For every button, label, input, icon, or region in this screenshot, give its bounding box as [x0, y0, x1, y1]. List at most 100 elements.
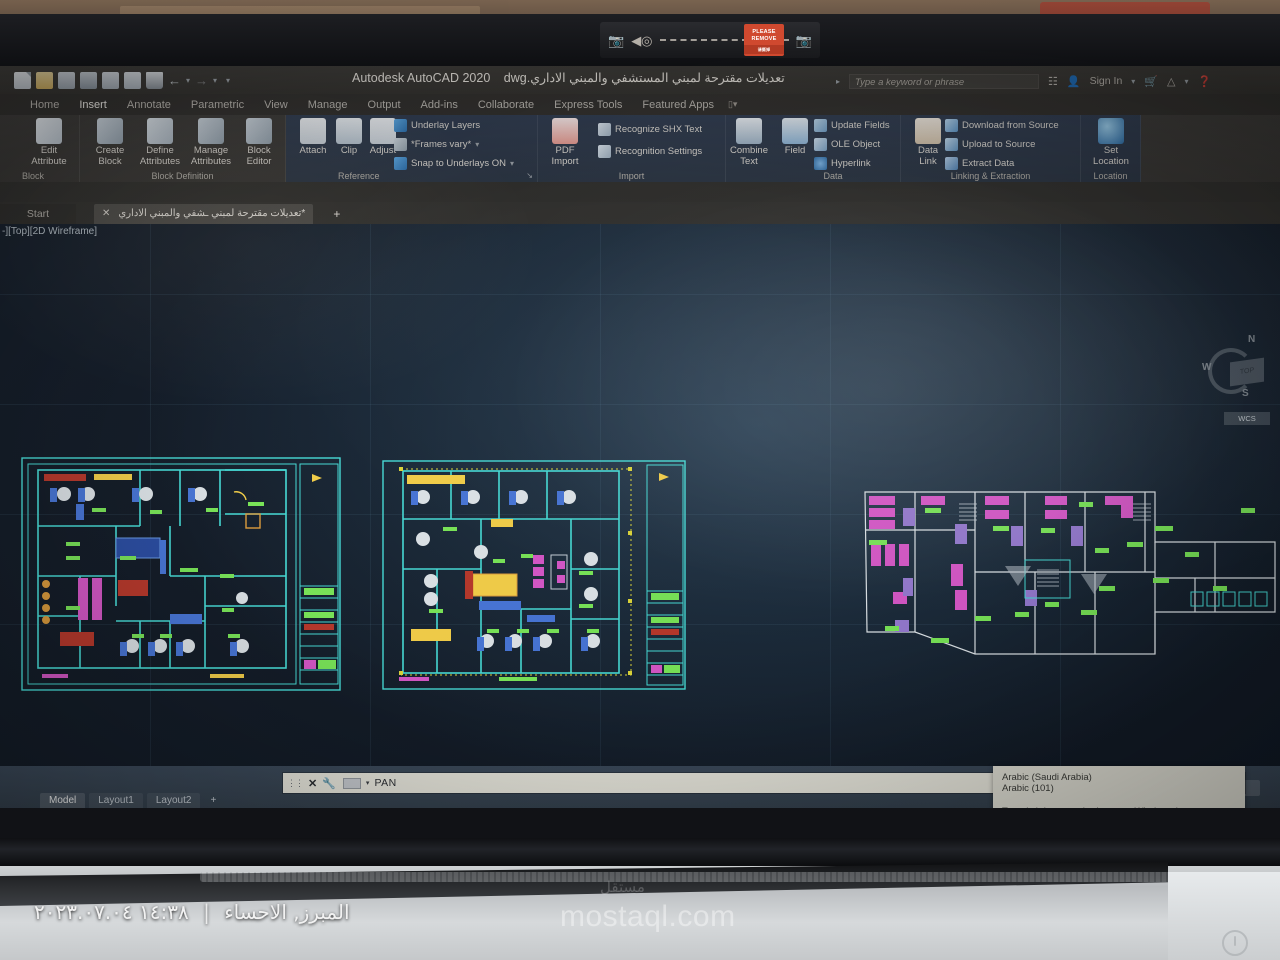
save-copy-icon[interactable] — [102, 71, 119, 89]
command-bar-grip[interactable]: ⋮⋮ — [287, 778, 304, 789]
view-cube[interactable]: TOP N W S — [1202, 334, 1266, 406]
panel-data-title[interactable]: Data — [726, 171, 900, 181]
command-input-text[interactable]: PAN — [374, 777, 396, 789]
close-icon[interactable]: ✕ — [102, 204, 110, 224]
tab-annotate[interactable]: Annotate — [117, 97, 181, 113]
panel-location-title[interactable]: Location — [1081, 171, 1140, 181]
undo-dropdown-icon[interactable]: ▾ — [186, 76, 190, 85]
redo-dropdown-icon[interactable]: ▾ — [213, 76, 217, 85]
frames-vary-button[interactable]: *Frames vary* ▾ — [394, 138, 479, 151]
tab-collaborate[interactable]: Collaborate — [468, 97, 544, 113]
watermark-text: mostaql.com — [560, 900, 736, 933]
tab-featured-apps[interactable]: Featured Apps — [632, 97, 724, 113]
search-expand-icon[interactable]: ▸ — [836, 77, 840, 86]
floor-plan-right[interactable] — [855, 482, 1280, 662]
autodesk-logo-icon[interactable]: △ — [1167, 75, 1175, 88]
define-attributes-button[interactable]: Define Attributes — [133, 118, 187, 167]
hyperlink-button[interactable]: Hyperlink — [814, 157, 871, 170]
new-tab-icon[interactable]: + — [325, 204, 348, 224]
undo-icon[interactable]: ← — [168, 73, 181, 88]
tab-manage[interactable]: Manage — [298, 97, 358, 113]
add-layout-icon[interactable]: + — [204, 793, 222, 808]
drawing-tab-label: *تعديلات مقترحة لمبني ـشفي والمبني الادا… — [118, 208, 306, 219]
tab-view[interactable]: View — [254, 97, 298, 113]
tab-parametric[interactable]: Parametric — [181, 97, 254, 113]
edit-attribute-icon — [36, 118, 62, 144]
start-tab[interactable]: Start — [0, 204, 76, 224]
tab-home[interactable]: Home — [20, 97, 69, 113]
panel-block-definition-title[interactable]: Block Definition — [80, 171, 285, 181]
search-input[interactable]: Type a keyword or phrase — [849, 73, 1040, 89]
ole-object-button[interactable]: OLE Object — [814, 138, 880, 151]
drawing-tab[interactable]: *تعديلات مقترحة لمبني ـشفي والمبني الادا… — [94, 204, 314, 224]
underlay-layers-button[interactable]: Underlay Layers — [394, 119, 480, 132]
download-from-source-button[interactable]: Download from Source — [945, 119, 1059, 132]
new-icon[interactable] — [14, 71, 31, 89]
set-location-button[interactable]: Set Location — [1084, 118, 1138, 167]
ime-option-arabic-saudi[interactable]: Arabic (Saudi Arabia) — [1002, 772, 1236, 783]
close-command-icon[interactable]: ✕ — [308, 777, 317, 790]
panel-location: Set Location Location — [1081, 115, 1141, 182]
plot-icon[interactable] — [146, 71, 163, 89]
update-fields-label: Update Fields — [831, 120, 890, 131]
floor-plan-middle[interactable] — [381, 459, 687, 691]
camera-blocked-icon: 📷 — [608, 32, 625, 48]
ime-option-arabic-101[interactable]: Arabic (101) — [1002, 783, 1236, 794]
manage-attributes-label2: Attributes — [190, 155, 232, 167]
tab-output[interactable]: Output — [358, 97, 411, 113]
ribbon-minimize-icon[interactable]: ▯▾ — [728, 99, 737, 110]
viewport-label[interactable]: -][Top][2D Wireframe] — [2, 226, 97, 237]
tab-insert[interactable]: Insert — [69, 97, 117, 113]
help-icon[interactable]: ❓ — [1198, 75, 1212, 88]
recognize-shx-text-button[interactable]: Recognize SHX Text — [598, 123, 702, 136]
export-icon[interactable] — [124, 71, 141, 89]
tab-addins[interactable]: Add-ins — [411, 97, 468, 113]
view-cube-top-face[interactable]: TOP — [1230, 357, 1264, 387]
reference-dialog-launcher-icon[interactable]: ↘ — [526, 171, 533, 180]
extract-data-button[interactable]: Extract Data — [945, 157, 1014, 170]
sign-in-button[interactable]: Sign In — [1090, 75, 1123, 87]
create-block-button[interactable]: Create Block — [83, 118, 137, 167]
tab-express-tools[interactable]: Express Tools — [544, 97, 632, 113]
ime-language-popup[interactable]: Arabic (Saudi Arabia) Arabic (101) To sw… — [993, 766, 1245, 808]
define-attributes-icon — [147, 118, 173, 144]
ucs-selector[interactable]: WCS — [1224, 412, 1270, 425]
update-fields-button[interactable]: Update Fields — [814, 119, 890, 132]
command-chip-dropdown-icon[interactable]: ▾ — [366, 779, 370, 787]
qat-customize-icon[interactable]: ▾ — [226, 76, 230, 85]
drawing-canvas[interactable]: -][Top][2D Wireframe] TOP N W S WCS — [0, 224, 1280, 766]
underlay-layers-icon — [394, 119, 407, 132]
user-icon[interactable]: 👤 — [1067, 75, 1081, 88]
recognize-shx-text-icon — [598, 123, 611, 136]
tab-layout1[interactable]: Layout1 — [89, 793, 143, 808]
app-store-icon[interactable]: 🛒 — [1144, 75, 1158, 88]
open-icon[interactable] — [36, 71, 53, 89]
snap-to-underlays-button[interactable]: Snap to Underlays ON ▾ — [394, 157, 514, 170]
panel-block-title[interactable]: Block — [18, 171, 79, 181]
edit-attribute-button[interactable]: Edit Attribute — [22, 118, 76, 167]
command-settings-icon[interactable]: 🔧 — [322, 777, 336, 790]
create-block-label2: Block — [98, 155, 122, 167]
snap-to-underlays-dropdown-icon[interactable]: ▾ — [510, 159, 514, 168]
pdf-import-button[interactable]: PDF Import — [538, 118, 592, 167]
signin-dropdown-icon[interactable]: ▾ — [1131, 77, 1135, 86]
panel-linking-extraction-title[interactable]: Linking & Extraction — [901, 171, 1080, 181]
share-views-icon[interactable]: ☷ — [1048, 75, 1058, 88]
redo-icon[interactable]: → — [195, 73, 208, 88]
floor-plan-left[interactable] — [20, 456, 342, 692]
panel-reference-title[interactable]: Reference — [286, 171, 537, 181]
save-as-icon[interactable] — [80, 71, 97, 89]
upload-to-source-button[interactable]: Upload to Source — [945, 138, 1035, 151]
panel-import-title[interactable]: Import — [538, 171, 725, 181]
save-icon[interactable] — [58, 71, 75, 89]
autodesk-dropdown-icon[interactable]: ▾ — [1184, 77, 1188, 86]
tab-model[interactable]: Model — [40, 793, 86, 808]
block-editor-button[interactable]: Block Editor — [232, 118, 286, 167]
panel-import: PDF Import Recognize SHX Text Recognitio… — [538, 115, 726, 182]
define-attributes-label2: Attributes — [139, 155, 181, 167]
frames-vary-dropdown-icon[interactable]: ▾ — [475, 140, 479, 149]
recognition-settings-button[interactable]: Recognition Settings — [598, 145, 702, 158]
block-editor-label2: Editor — [246, 155, 272, 167]
tab-layout2[interactable]: Layout2 — [146, 793, 201, 808]
manage-attributes-button[interactable]: Manage Attributes — [184, 118, 238, 167]
